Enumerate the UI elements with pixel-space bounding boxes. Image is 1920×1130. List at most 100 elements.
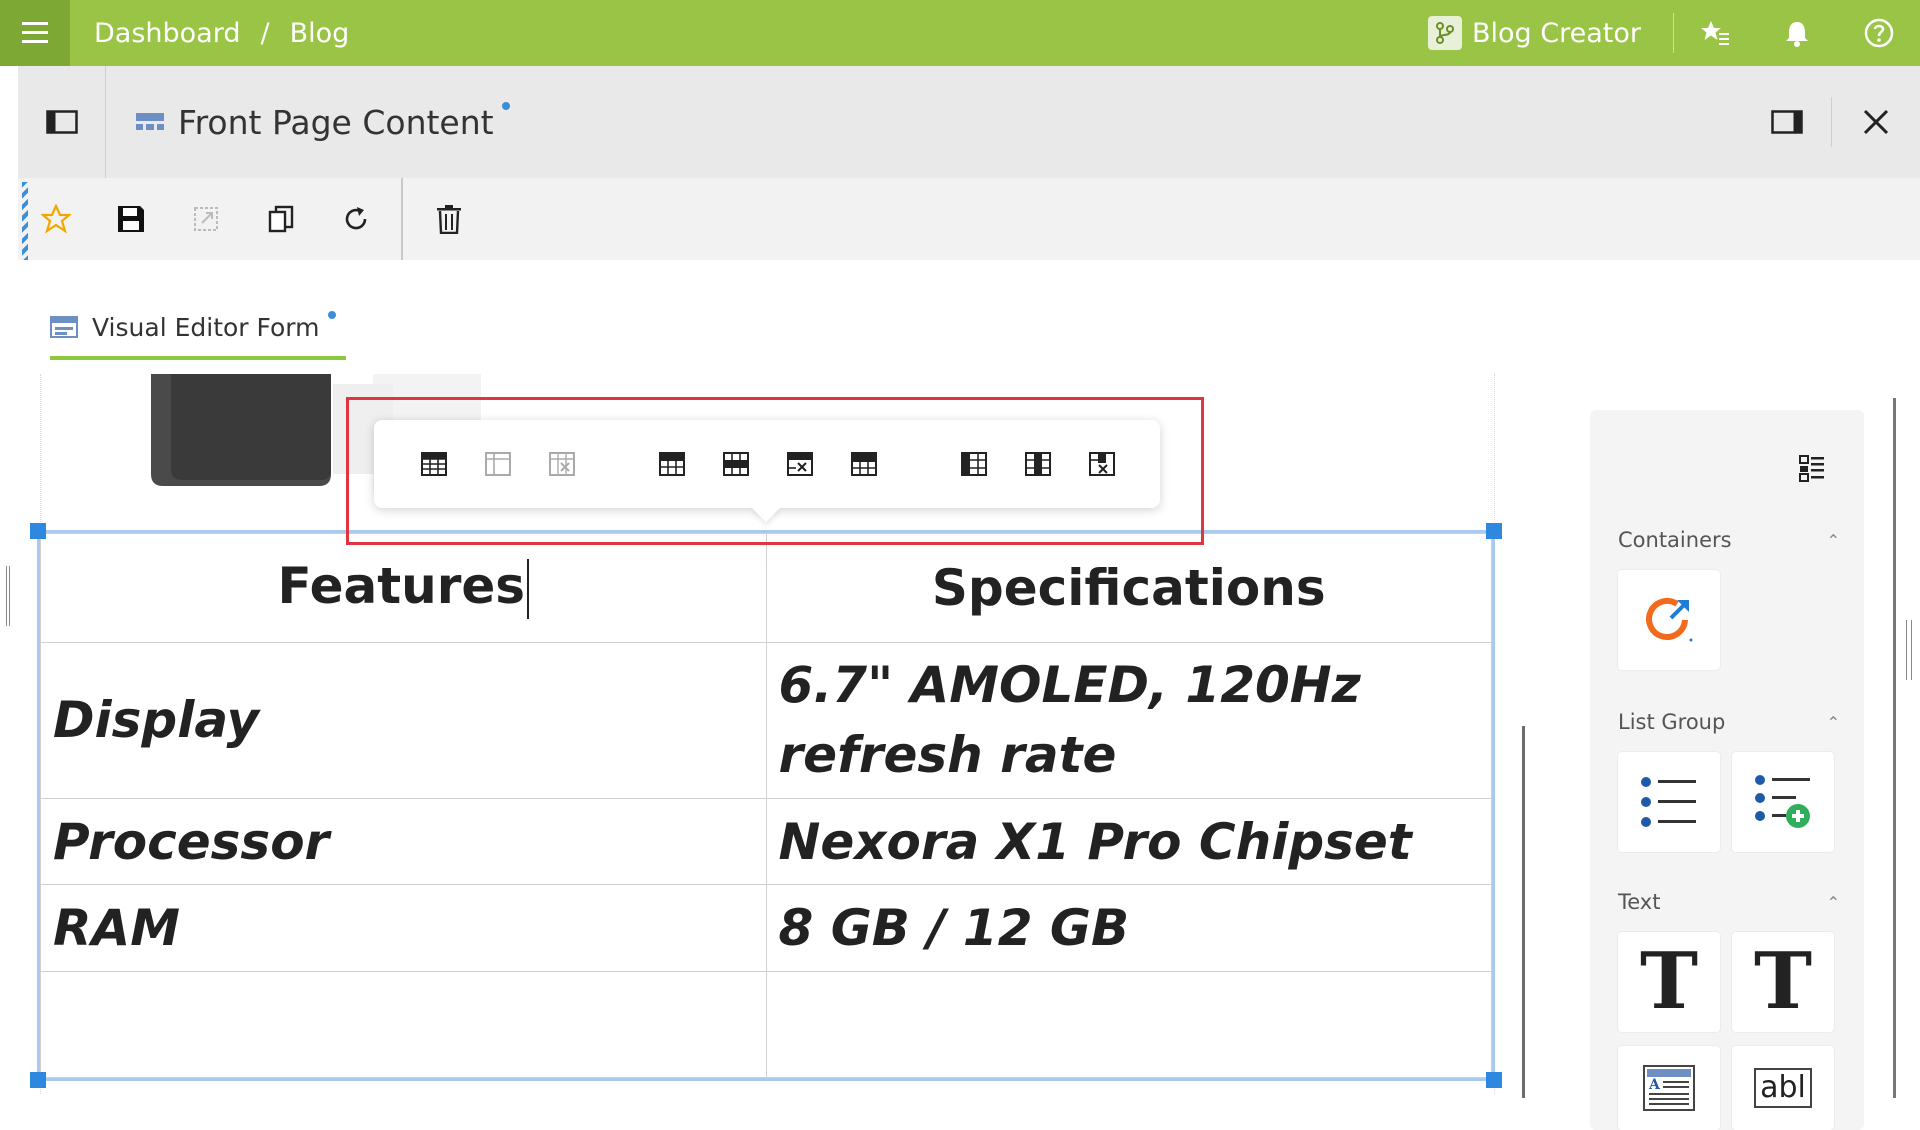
toggle-right-panel-button[interactable] (1743, 66, 1831, 178)
tab-unsaved-indicator (327, 311, 336, 319)
favorite-button[interactable] (18, 178, 93, 260)
right-resize-grip[interactable] (1906, 620, 1912, 680)
left-resize-grip[interactable] (6, 566, 10, 626)
hamburger-icon (22, 22, 48, 43)
palette-scrollbar[interactable] (1893, 398, 1896, 1098)
palette-section-list-group[interactable]: List Group ⌃ (1618, 710, 1840, 734)
rich-text-icon: A (1643, 1065, 1695, 1111)
resize-handle-top-left[interactable] (30, 523, 46, 539)
menu-button[interactable] (0, 0, 70, 66)
breadcrumb-blog[interactable]: Blog (290, 18, 350, 49)
table-row (40, 970, 1492, 1079)
table-cell[interactable] (40, 970, 767, 1079)
close-icon (1863, 109, 1889, 135)
palette-view-toggle[interactable] (1798, 454, 1826, 486)
content-block-icon (136, 113, 164, 130)
publish-button[interactable] (168, 178, 243, 260)
chevron-up-icon: ⌃ (1826, 530, 1840, 550)
top-bar: Dashboard / Blog Blog Creator (0, 0, 1920, 66)
panel-title: Front Page Content (136, 102, 510, 142)
text-field-icon: abl (1754, 1068, 1812, 1108)
add-list-item-tile[interactable] (1732, 752, 1834, 852)
container-tile[interactable] (1618, 570, 1720, 670)
editor-toolbar (18, 178, 1920, 260)
list-view-icon (1799, 455, 1824, 482)
table-row: Processor Nexora X1 Pro Chipset (40, 797, 1492, 886)
app-switcher[interactable]: Blog Creator (1428, 13, 1674, 53)
header-specifications: Specifications (931, 558, 1326, 617)
app-name: Blog Creator (1472, 17, 1641, 49)
chevron-up-icon: ⌃ (1826, 712, 1840, 732)
table-row: RAM 8 GB / 12 GB (40, 884, 1492, 972)
table-cell[interactable]: Nexora X1 Pro Chipset (765, 797, 1492, 886)
table-cell[interactable]: 6.7" AMOLED, 120Hz refresh rate (765, 641, 1492, 799)
section-label: Text (1618, 890, 1661, 914)
svg-text:A: A (1648, 1077, 1661, 1093)
container-icon (1646, 597, 1693, 642)
trash-icon (436, 205, 461, 234)
table-header-row: Features Specifications (40, 533, 1492, 643)
breadcrumb-dashboard[interactable]: Dashboard (94, 18, 240, 49)
toolbar-stripe (22, 182, 28, 260)
breadcrumb-separator: / (260, 17, 270, 49)
external-link-icon (193, 207, 218, 231)
spec-table[interactable]: Features Specifications Display 6.7" AMO… (37, 530, 1495, 1081)
close-button[interactable] (1832, 66, 1920, 178)
section-label: Containers (1618, 528, 1732, 552)
copy-icon (268, 205, 293, 233)
refresh-icon (345, 207, 366, 230)
resize-handle-bottom-right[interactable] (1486, 1072, 1502, 1088)
left-panel-icon (45, 110, 78, 134)
form-icon (50, 316, 78, 338)
section-label: List Group (1618, 710, 1726, 734)
toggle-left-panel-button[interactable] (18, 66, 106, 178)
help-icon (1864, 18, 1894, 48)
table-header-cell[interactable]: Features (40, 533, 767, 643)
right-panel-icon (1771, 110, 1803, 134)
star-list-icon (1701, 21, 1729, 45)
favorites-button[interactable] (1674, 0, 1756, 66)
duplicate-button[interactable] (243, 178, 318, 260)
panel-title-text: Front Page Content (178, 102, 494, 142)
breadcrumb: Dashboard / Blog (94, 18, 349, 49)
resize-handle-bottom-left[interactable] (30, 1072, 46, 1088)
table-cell[interactable] (765, 970, 1492, 1079)
annotation-highlight (346, 397, 1204, 545)
branch-icon (1428, 16, 1462, 50)
save-button[interactable] (93, 178, 168, 260)
bell-icon (1786, 22, 1808, 47)
table-cell[interactable]: Processor (40, 797, 767, 886)
text-input-tile[interactable]: abl (1732, 1046, 1834, 1130)
help-button[interactable] (1838, 0, 1920, 66)
table-cell[interactable]: Display (40, 641, 767, 799)
rich-text-tile[interactable]: A (1618, 1046, 1720, 1130)
heading-tile[interactable]: T (1618, 932, 1720, 1032)
list-tile[interactable] (1618, 752, 1720, 852)
panel-header: Front Page Content (18, 66, 1920, 178)
unsaved-indicator (501, 102, 510, 110)
save-icon (117, 206, 144, 232)
tab-label: Visual Editor Form (92, 312, 320, 342)
table-cell[interactable]: 8 GB / 12 GB (765, 884, 1492, 972)
table-row: Display 6.7" AMOLED, 120Hz refresh rate (40, 641, 1492, 799)
star-icon (40, 204, 71, 234)
bullet-list-icon (1641, 777, 1696, 827)
table-header-cell[interactable]: Specifications (765, 533, 1492, 643)
resize-handle-top-right[interactable] (1486, 523, 1502, 539)
paragraph-text-icon: T (1753, 936, 1813, 1027)
notifications-button[interactable] (1756, 0, 1838, 66)
header-features: Features (277, 556, 526, 615)
text-caret (527, 559, 530, 620)
refresh-button[interactable] (318, 178, 393, 260)
chevron-up-icon: ⌃ (1826, 892, 1840, 912)
editor-scrollbar[interactable] (1522, 726, 1525, 1098)
delete-button[interactable] (411, 178, 486, 260)
toolbar-divider (401, 178, 403, 260)
palette-section-text[interactable]: Text ⌃ (1618, 890, 1840, 914)
palette-section-containers[interactable]: Containers ⌃ (1618, 528, 1840, 552)
component-palette: Containers ⌃ List Group ⌃ Text ⌃ T T A a… (1590, 410, 1864, 1130)
list-add-icon (1755, 775, 1810, 828)
paragraph-tile[interactable]: T (1732, 932, 1834, 1032)
tab-visual-editor-form[interactable]: Visual Editor Form (50, 298, 346, 360)
table-cell[interactable]: RAM (40, 884, 767, 972)
